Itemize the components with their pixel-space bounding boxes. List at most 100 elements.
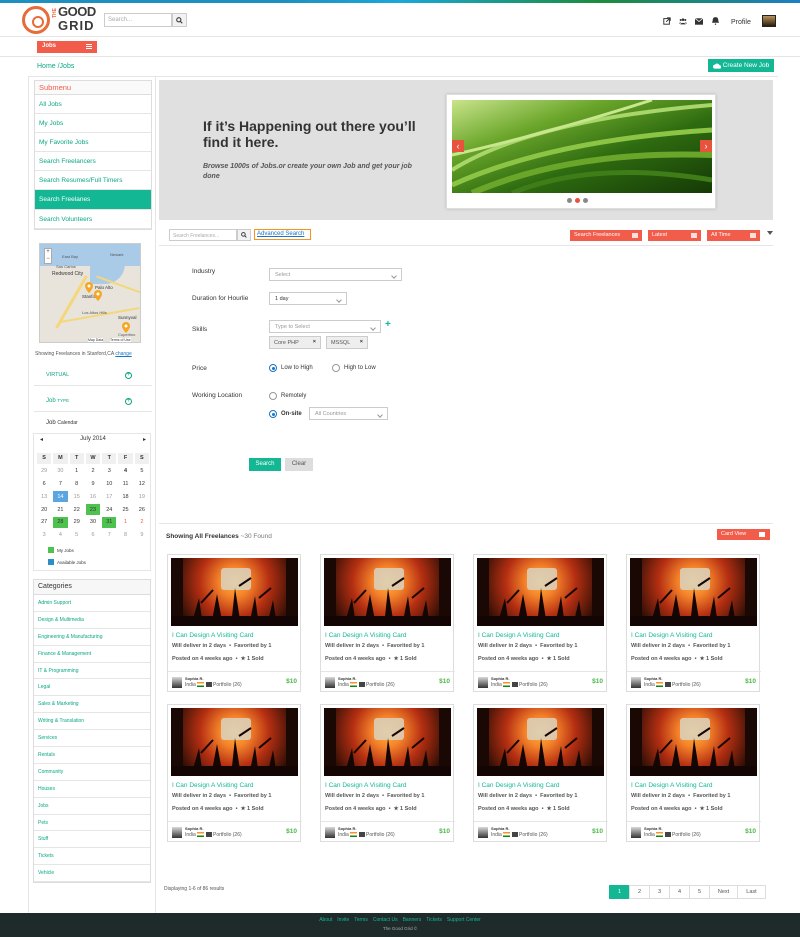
card-image[interactable]	[477, 708, 604, 776]
seller-avatar[interactable]	[631, 827, 641, 838]
seller-portfolio[interactable]: Portfolio (26)	[519, 832, 548, 838]
calendar-day[interactable]: 21	[52, 503, 69, 516]
seller-avatar[interactable]	[325, 827, 335, 838]
card-image[interactable]	[324, 558, 451, 626]
calendar-day[interactable]: 26	[133, 503, 150, 516]
map-change-link[interactable]: change	[115, 351, 131, 357]
seller-portfolio[interactable]: Portfolio (26)	[213, 682, 242, 688]
calendar-day[interactable]: 13	[36, 490, 53, 504]
category-item[interactable]: Legal	[34, 679, 150, 697]
footer-link[interactable]: About	[319, 917, 332, 923]
submenu-item-favorite-jobs[interactable]: My Favorite Jobs	[35, 133, 151, 152]
calendar-day[interactable]: 31	[101, 515, 118, 529]
calendar-day[interactable]: 7	[101, 528, 118, 542]
add-skill-plus-icon[interactable]: +	[385, 319, 391, 330]
seller-portfolio[interactable]: Portfolio (26)	[672, 832, 701, 838]
submenu-item-search-volunteers[interactable]: Search Volunteers	[35, 210, 151, 229]
plus-icon[interactable]: +	[125, 398, 132, 405]
calendar-day[interactable]: 19	[133, 490, 150, 504]
map-marker-icon[interactable]	[94, 290, 102, 301]
sort-dropdown[interactable]: Latest	[648, 230, 701, 241]
slider-prev-button[interactable]: ‹	[452, 140, 464, 152]
remove-tag-icon[interactable]: ×	[360, 339, 363, 345]
calendar-day[interactable]: 6	[36, 477, 53, 491]
pagination-5[interactable]: 5	[689, 885, 710, 899]
submenu-item-all-jobs[interactable]: All Jobs	[35, 95, 151, 114]
footer-link[interactable]: Invite	[337, 917, 349, 923]
calendar-day[interactable]: 8	[68, 477, 85, 491]
category-item[interactable]: Stuff	[34, 831, 150, 849]
calendar-day[interactable]: 1	[68, 464, 85, 478]
seller-portfolio[interactable]: Portfolio (26)	[366, 832, 395, 838]
slider-dot-active[interactable]	[575, 198, 580, 203]
seller-name[interactable]: Sophia R.	[185, 676, 203, 681]
calendar-day[interactable]: 27	[36, 515, 53, 529]
freelance-search-input[interactable]: Search Freelances...	[169, 229, 237, 241]
seller-avatar[interactable]	[631, 677, 641, 688]
pagination-4[interactable]: 4	[669, 885, 690, 899]
seller-portfolio[interactable]: Portfolio (26)	[519, 682, 548, 688]
seller-avatar[interactable]	[172, 827, 182, 838]
onsite-radio[interactable]: On-site	[269, 410, 302, 418]
freelance-search-button[interactable]	[237, 229, 251, 241]
external-link-icon[interactable]	[663, 17, 671, 25]
advanced-search-link[interactable]: Advanced Search	[254, 229, 311, 240]
remotely-radio[interactable]: Remotely	[269, 392, 306, 400]
seller-name[interactable]: Sophia R.	[338, 676, 356, 681]
footer-link[interactable]: Tickets	[426, 917, 442, 923]
category-item[interactable]: Admin Support	[34, 595, 150, 612]
calendar-day[interactable]: 17	[101, 490, 118, 504]
card-title[interactable]: I Can Design A Visiting Card	[631, 632, 713, 639]
category-item[interactable]: Design & Multimedia	[34, 612, 150, 629]
footer-link[interactable]: Banners	[403, 917, 422, 923]
card-title[interactable]: I Can Design A Visiting Card	[172, 632, 254, 639]
freelance-card[interactable]: I Can Design A Visiting Card Will deliver…	[320, 704, 455, 842]
footer-link[interactable]: Terms	[354, 917, 368, 923]
search-button[interactable]: Search	[249, 458, 281, 471]
calendar-day[interactable]: 4	[52, 528, 69, 542]
map-zoom-controls[interactable]: + −	[44, 248, 52, 264]
calendar-day[interactable]: 12	[133, 477, 150, 491]
card-image[interactable]	[630, 558, 757, 626]
card-title[interactable]: I Can Design A Visiting Card	[325, 782, 407, 789]
seller-portfolio[interactable]: Portfolio (26)	[366, 682, 395, 688]
freelance-card[interactable]: I Can Design A Visiting Card Will deliver…	[626, 554, 761, 692]
card-image[interactable]	[171, 708, 298, 776]
pagination-1[interactable]: 1	[609, 885, 630, 899]
calendar-day[interactable]: 10	[101, 477, 118, 491]
category-item[interactable]: Community	[34, 764, 150, 781]
category-item[interactable]: Writing & Translation	[34, 713, 150, 731]
calendar-day[interactable]: 16	[84, 490, 102, 504]
slider-dot[interactable]	[567, 198, 572, 203]
card-image[interactable]	[477, 558, 604, 626]
map-zoom-out[interactable]: −	[45, 256, 51, 263]
calendar-day[interactable]: 28	[52, 515, 69, 529]
seller-avatar[interactable]	[325, 677, 335, 688]
calendar-day[interactable]: 24	[101, 503, 118, 516]
calendar-day[interactable]: 2	[133, 515, 150, 529]
card-image[interactable]	[324, 708, 451, 776]
card-title[interactable]: I Can Design A Visiting Card	[631, 782, 713, 789]
card-title[interactable]: I Can Design A Visiting Card	[325, 632, 407, 639]
seller-name[interactable]: Sophia R.	[185, 826, 203, 831]
category-item[interactable]: Pets	[34, 815, 150, 832]
submenu-item-my-jobs[interactable]: My Jobs	[35, 114, 151, 133]
calendar-day[interactable]: 5	[133, 464, 150, 478]
seller-avatar[interactable]	[172, 677, 182, 688]
calendar-day[interactable]: 23	[84, 503, 102, 516]
price-low-to-high-radio[interactable]: Low to High	[269, 364, 313, 372]
category-item[interactable]: Rentals	[34, 747, 150, 764]
category-item[interactable]: Jobs	[34, 798, 150, 815]
calendar-day[interactable]: 4	[117, 464, 134, 478]
submenu-item-search-freelanes[interactable]: Search Freelanes	[35, 190, 151, 210]
calendar-next-button[interactable]: ▸	[143, 436, 146, 443]
search-type-dropdown[interactable]: Search Freelances	[570, 230, 642, 241]
pagination-2[interactable]: 2	[629, 885, 650, 899]
card-title[interactable]: I Can Design A Visiting Card	[172, 782, 254, 789]
calendar-day[interactable]: 3	[101, 464, 118, 478]
seller-name[interactable]: Sophia R.	[491, 826, 509, 831]
seller-name[interactable]: Sophia R.	[491, 676, 509, 681]
calendar-day[interactable]: 2	[84, 464, 102, 478]
submenu-item-search-freelancers[interactable]: Search Freelancers	[35, 152, 151, 171]
calendar-day[interactable]: 9	[84, 477, 102, 491]
